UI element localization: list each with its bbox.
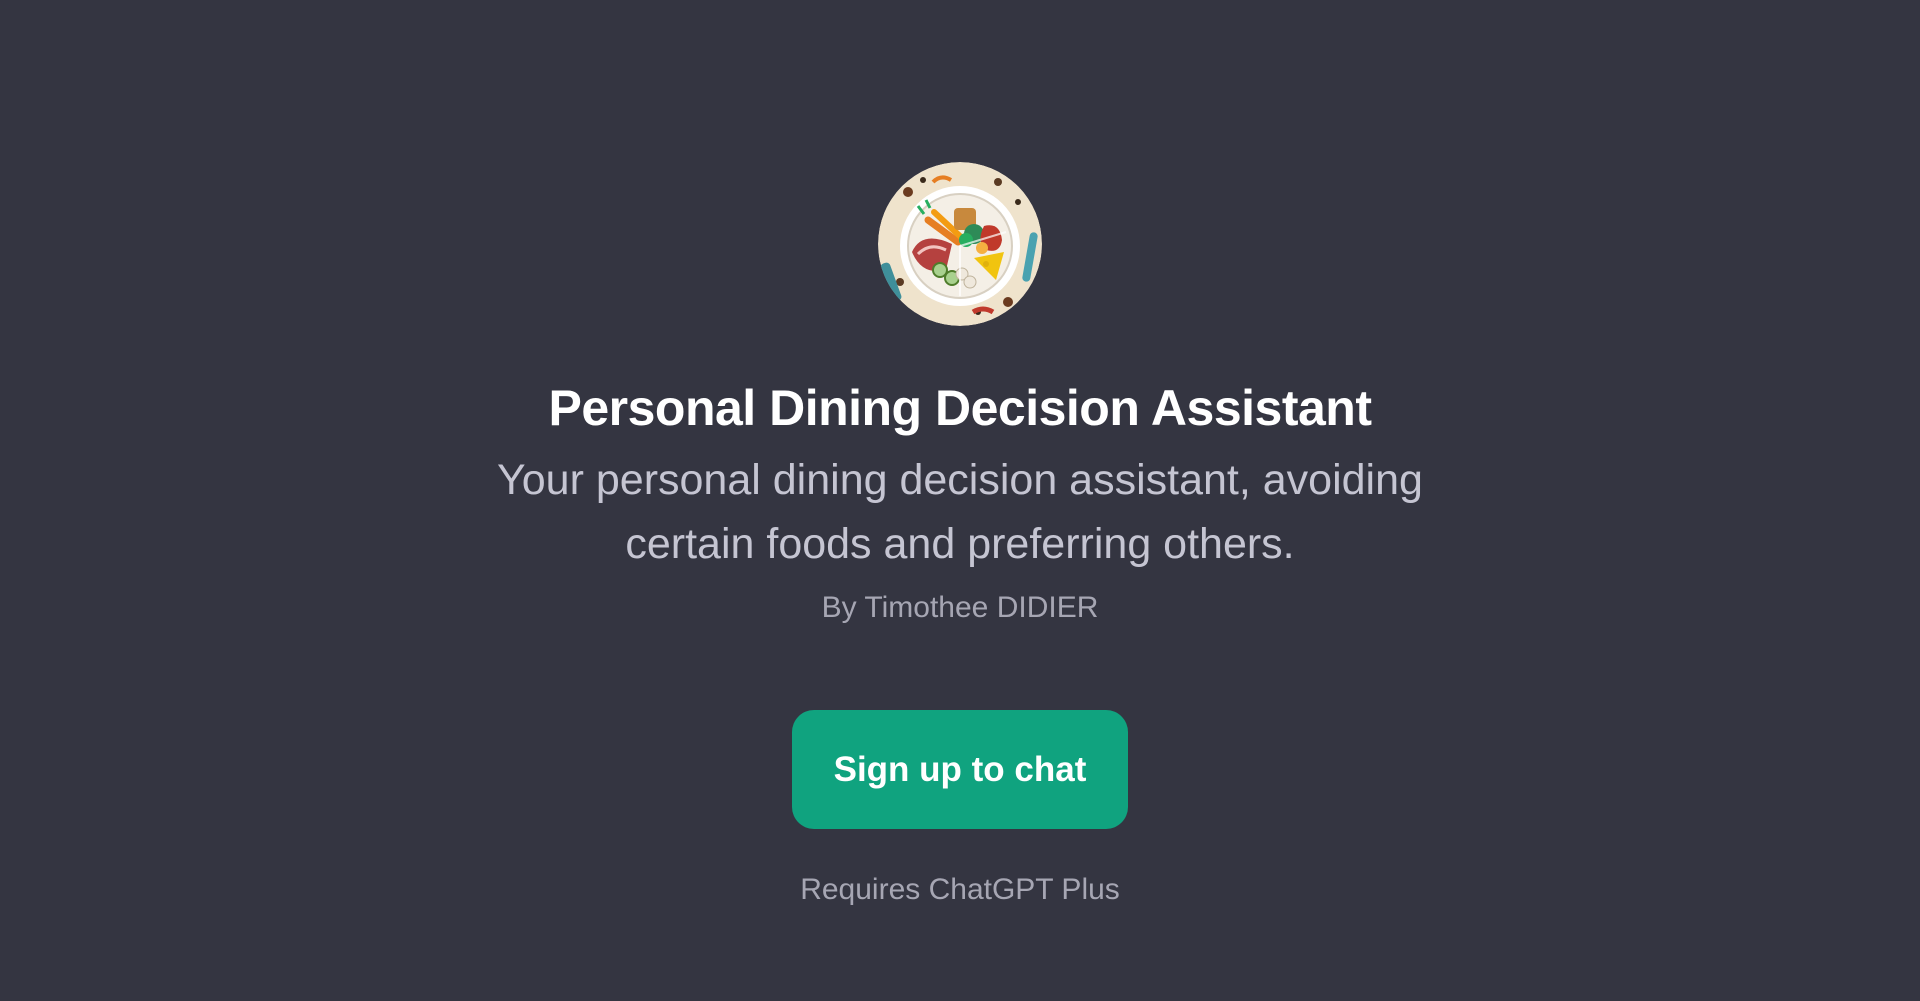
food-plate-icon [878,162,1042,326]
gpt-author: By Timothee DIDIER [821,591,1099,624]
sign-up-button[interactable]: Sign up to chat [792,710,1128,829]
gpt-landing-page: Personal Dining Decision Assistant Your … [0,0,1920,1001]
gpt-description: Your personal dining decision assistant,… [497,456,1423,568]
gpt-avatar [878,162,1042,326]
gpt-title: Personal Dining Decision Assistant [548,380,1372,436]
plan-requirement-note: Requires ChatGPT Plus [800,873,1120,906]
